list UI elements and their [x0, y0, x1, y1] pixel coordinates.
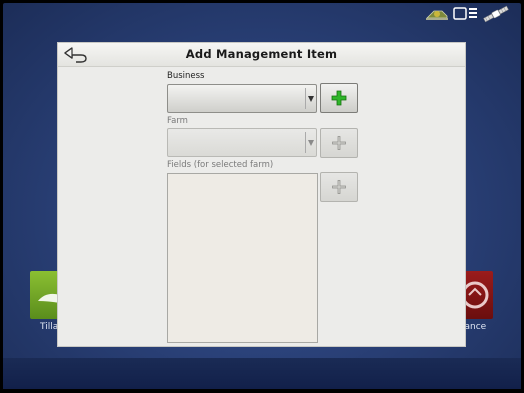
add-field-button[interactable]: [320, 172, 358, 202]
dialog-header: Add Management Item: [58, 43, 465, 67]
fields-label: Fields (for selected farm): [167, 160, 274, 170]
tillage-app-label: Tilla: [40, 322, 59, 332]
satellite-icon[interactable]: [482, 5, 510, 23]
status-bar: [424, 5, 510, 23]
business-dropdown[interactable]: [167, 84, 317, 113]
business-label: Business: [167, 71, 205, 81]
add-management-item-dialog: Add Management Item Business Farm Fields…: [57, 42, 466, 347]
gps-receiver-icon[interactable]: [424, 7, 450, 21]
farm-label: Farm: [167, 116, 188, 126]
bottom-bar: [3, 358, 521, 389]
dialog-title: Add Management Item: [185, 47, 338, 61]
add-farm-button[interactable]: [320, 128, 358, 158]
plus-icon: [332, 180, 346, 194]
dropdown-arrow-icon: [308, 140, 314, 146]
fields-list[interactable]: [167, 173, 318, 343]
display-screen-icon[interactable]: [453, 7, 479, 21]
farm-dropdown[interactable]: [167, 128, 317, 157]
dropdown-arrow-icon: [308, 96, 314, 102]
plus-icon: [332, 136, 346, 150]
add-business-button[interactable]: [320, 83, 358, 113]
green-plus-icon: [331, 90, 347, 106]
